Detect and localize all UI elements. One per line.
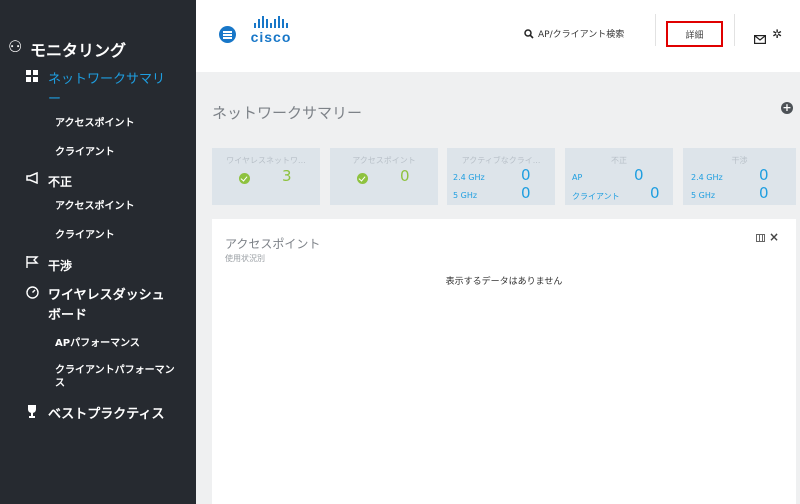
gear-icon[interactable]: ✲ (772, 27, 782, 41)
check-circle-icon (357, 173, 368, 184)
access-point-panel: アクセスポイント 使用状況別 × 表示するデータはありません (212, 219, 796, 504)
dashboard-icon: ⚇ (8, 37, 23, 56)
sidebar-item-client[interactable]: クライアント (55, 146, 115, 159)
empty-message: 表示するデータはありません (445, 277, 563, 287)
sidebar-item-best-practices[interactable]: ベストプラクティス (26, 405, 164, 425)
close-icon[interactable]: × (769, 230, 779, 244)
band-label: 5 GHz (691, 191, 716, 200)
megaphone-icon (26, 171, 44, 188)
card-access-points[interactable]: アクセスポイント 0 (330, 148, 438, 205)
rogue-label: クライアント (572, 192, 620, 201)
table-view-icon[interactable] (756, 234, 765, 242)
sidebar-item-rogue-access-point[interactable]: アクセスポイント (55, 200, 135, 213)
mail-icon[interactable] (754, 29, 767, 48)
card-title: アクティブなクライ... (461, 156, 541, 165)
sidebar-item-interference[interactable]: 干渉 (26, 256, 72, 276)
trophy-icon (26, 405, 44, 422)
detail-button[interactable]: 詳細 (666, 21, 723, 47)
card-title: アクセスポイント (352, 156, 416, 165)
panel-subtitle: 使用状況別 (225, 254, 265, 263)
card-rogue[interactable]: 不正 AP 0 クライアント 0 (565, 148, 673, 205)
band-label: 2.4 GHz (453, 173, 485, 182)
logo-text: cisco (250, 29, 292, 45)
sidebar-item-access-point[interactable]: アクセスポイント (55, 117, 135, 130)
card-value: 0 (400, 167, 410, 185)
check-circle-icon (239, 173, 250, 184)
card-active-clients[interactable]: アクティブなクライ... 2.4 GHz 0 5 GHz 0 (447, 148, 555, 205)
band-value: 0 (521, 166, 531, 184)
header-divider (734, 14, 735, 46)
sidebar-item-wireless-dashboard[interactable]: ワイヤレスダッシュボード (26, 286, 191, 326)
add-widget-icon[interactable]: + (781, 102, 793, 114)
sidebar-item-rogue-client[interactable]: クライアント (55, 229, 115, 242)
sidebar-item-client-performance[interactable]: クライアントパフォーマンス (55, 364, 175, 390)
band-label: 5 GHz (453, 191, 478, 200)
rogue-value: 0 (634, 166, 644, 184)
card-title: 干渉 (731, 156, 748, 165)
search-button[interactable]: AP/クライアント検索 (524, 27, 624, 40)
card-title: ワイヤレスネットワ... (226, 156, 306, 165)
rogue-value: 0 (650, 184, 660, 202)
band-value: 0 (521, 184, 531, 202)
panel-title: アクセスポイント (225, 237, 321, 251)
search-label: AP/クライアント検索 (538, 30, 625, 40)
sidebar-item-rogue[interactable]: 不正 (26, 171, 72, 192)
sidebar-item-network-summary[interactable]: ネットワークサマリー (26, 70, 191, 110)
flag-icon (26, 256, 44, 272)
card-title: 不正 (611, 156, 627, 165)
page-title: ネットワークサマリー (212, 104, 363, 122)
band-value: 0 (759, 184, 769, 202)
sidebar-item-monitoring[interactable]: ⚇ モニタリング (8, 37, 126, 61)
cisco-logo: cisco (247, 16, 307, 48)
search-icon (524, 28, 534, 39)
header-divider (655, 14, 656, 46)
top-header: cisco AP/クライアント検索 詳細 ✲ (196, 0, 800, 72)
band-value: 0 (759, 166, 769, 184)
band-label: 2.4 GHz (691, 173, 723, 182)
sidebar-item-ap-performance[interactable]: APパフォーマンス (55, 337, 140, 350)
card-interference[interactable]: 干渉 2.4 GHz 0 5 GHz 0 (683, 148, 796, 205)
rogue-label: AP (572, 173, 583, 182)
card-value: 3 (282, 167, 292, 185)
menu-icon[interactable] (219, 26, 236, 43)
speedometer-icon (26, 286, 44, 303)
main-content: ネットワークサマリー + ワイヤレスネットワ... 3 アクセスポイント 0 ア… (196, 72, 800, 504)
grid-squares-icon (26, 70, 44, 86)
sidebar: ⚇ モニタリング ネットワークサマリー アクセスポイント クライアント 不正 ア… (0, 0, 196, 504)
card-wireless-network[interactable]: ワイヤレスネットワ... 3 (212, 148, 320, 205)
